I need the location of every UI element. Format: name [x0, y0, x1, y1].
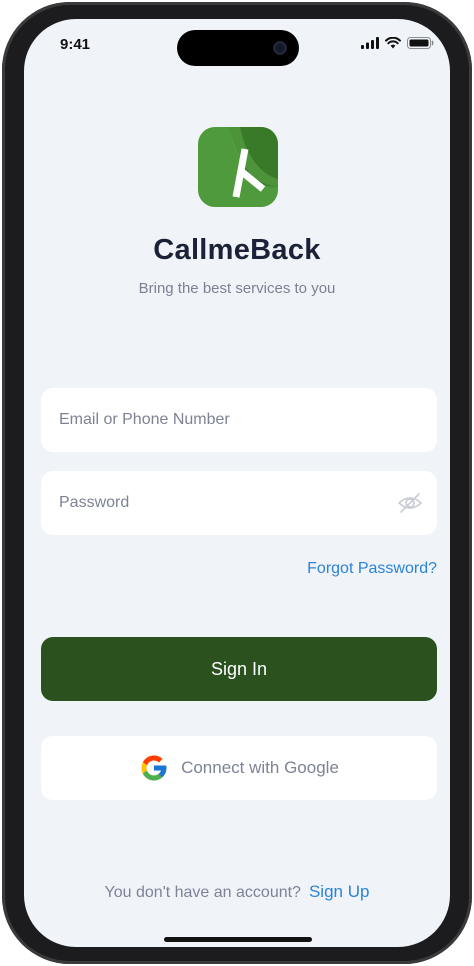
- phone-frame: 9:41 CallmeBack Bring the best services …: [2, 2, 472, 964]
- sign-in-button[interactable]: Sign In: [41, 637, 437, 701]
- eye-off-icon[interactable]: [397, 491, 423, 515]
- forgot-password-link[interactable]: Forgot Password?: [307, 560, 437, 578]
- sign-up-link[interactable]: Sign Up: [309, 882, 369, 901]
- app-logo-icon: [198, 127, 278, 207]
- email-field[interactable]: [57, 410, 421, 430]
- signup-prompt: You don't have an account? Sign Up: [24, 882, 450, 902]
- signup-question: You don't have an account?: [104, 884, 301, 901]
- status-icons: [361, 37, 434, 49]
- dynamic-island: [177, 30, 299, 66]
- password-field[interactable]: [57, 493, 421, 513]
- home-indicator[interactable]: [164, 937, 312, 942]
- app-name: CallmeBack: [153, 234, 321, 266]
- google-connect-label: Connect with Google: [181, 758, 339, 777]
- email-field-container: [41, 388, 437, 452]
- app-screen: 9:41 CallmeBack Bring the best services …: [24, 19, 450, 947]
- signal-icon: [361, 37, 379, 49]
- status-time: 9:41: [60, 36, 91, 53]
- google-connect-button[interactable]: Connect with Google: [41, 736, 437, 800]
- app-tagline: Bring the best services to you: [138, 280, 336, 297]
- wifi-icon: [385, 37, 401, 49]
- camera-icon: [273, 41, 287, 55]
- google-icon: [141, 755, 167, 781]
- password-field-container: [41, 471, 437, 535]
- battery-icon: [407, 37, 434, 49]
